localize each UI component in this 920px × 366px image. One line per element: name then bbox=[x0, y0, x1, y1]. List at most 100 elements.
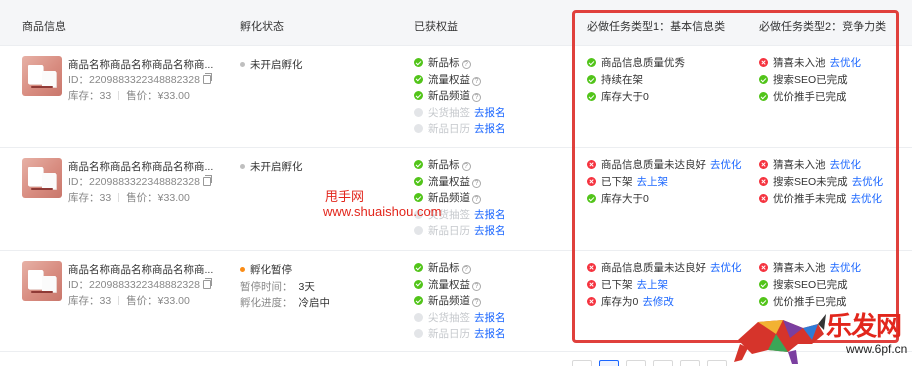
check-circle-icon bbox=[414, 58, 423, 67]
status-dot-icon bbox=[240, 62, 245, 67]
benefit-label: 新品频道 bbox=[428, 295, 470, 307]
benefit-signup-link[interactable]: 去报名 bbox=[474, 107, 506, 119]
benefit-item: 新品日历 去报名 bbox=[414, 224, 506, 238]
product-price: 售价：¥33.00 bbox=[126, 90, 190, 102]
page-button[interactable] bbox=[680, 360, 700, 366]
help-icon[interactable]: ? bbox=[472, 298, 481, 307]
col-task2-header: 必做任务类型2：竞争力类 bbox=[759, 21, 887, 33]
task1-label: 商品信息质量优秀 bbox=[601, 57, 685, 69]
benefit-signup-link[interactable]: 去报名 bbox=[474, 209, 506, 221]
task1-action-link[interactable]: 去上架 bbox=[637, 176, 669, 188]
status-dot-icon bbox=[240, 164, 245, 169]
benefit-item: 新品日历 去报名 bbox=[414, 327, 506, 341]
page-button[interactable] bbox=[599, 360, 619, 366]
benefit-item: 尖货抽签 去报名 bbox=[414, 311, 506, 325]
benefit-item: 流量权益? bbox=[414, 175, 481, 189]
error-circle-icon bbox=[587, 263, 596, 272]
task2-action-link[interactable]: 去优化 bbox=[830, 159, 862, 171]
task2-action-link[interactable]: 去优化 bbox=[830, 262, 862, 274]
benefit-label: 流量权益 bbox=[428, 175, 470, 188]
task2-action-link[interactable]: 去优化 bbox=[851, 193, 883, 205]
product-thumbnail[interactable] bbox=[22, 158, 62, 198]
check-circle-icon bbox=[587, 92, 596, 101]
task1-action-link[interactable]: 去修改 bbox=[642, 296, 674, 308]
table-header: 商品信息 孵化状态 已获权益 必做任务类型1：基本信息类 必做任务类型2：竞争力… bbox=[0, 0, 912, 46]
error-circle-icon bbox=[759, 160, 768, 169]
check-circle-icon bbox=[414, 91, 423, 100]
page-button[interactable] bbox=[626, 360, 646, 366]
task2-label: 优价推手已完成 bbox=[773, 91, 847, 103]
product-price: 售价：¥33.00 bbox=[126, 192, 190, 204]
error-circle-icon bbox=[759, 177, 768, 186]
help-icon[interactable]: ? bbox=[472, 195, 481, 204]
incubation-progress-label: 孵化进度： bbox=[240, 297, 293, 309]
product-name[interactable]: 商品名称商品名称商品名称商... bbox=[68, 57, 213, 72]
benefit-label: 新品频道 bbox=[428, 192, 470, 204]
task1-item: 持续在架 bbox=[587, 73, 643, 87]
benefit-label: 尖货抽签 bbox=[428, 311, 470, 324]
task2-label: 搜索SEO未完成 bbox=[773, 176, 848, 188]
benefit-item: 新品频道? bbox=[414, 191, 481, 205]
table-row: 商品名称商品名称商品名称商... ID：2209883322348882328 库存… bbox=[0, 46, 912, 148]
task1-label: 已下架 bbox=[601, 279, 633, 291]
col-benefits-header: 已获权益 bbox=[414, 21, 458, 33]
error-circle-icon bbox=[587, 160, 596, 169]
incubation-status: 未开启孵化 bbox=[240, 57, 303, 72]
task1-item: 库存大于0 bbox=[587, 90, 649, 104]
page-button[interactable] bbox=[653, 360, 673, 366]
benefit-signup-link[interactable]: 去报名 bbox=[474, 123, 506, 135]
product-stock-price: 库存：33 售价：¥33.00 bbox=[68, 293, 190, 308]
help-icon[interactable]: ? bbox=[461, 265, 471, 274]
task1-item: 已下架 去上架 bbox=[587, 175, 668, 189]
task2-action-link[interactable]: 去优化 bbox=[852, 176, 884, 188]
col-status-header: 孵化状态 bbox=[240, 21, 284, 33]
check-circle-icon bbox=[587, 194, 596, 203]
task1-label: 商品信息质量未达良好 bbox=[601, 262, 706, 274]
page-next-button[interactable] bbox=[707, 360, 727, 366]
benefit-item: 新品频道? bbox=[414, 294, 481, 308]
help-icon[interactable]: ? bbox=[472, 76, 481, 86]
task1-action-link[interactable]: 去优化 bbox=[710, 262, 742, 274]
check-circle-icon bbox=[414, 160, 423, 169]
benefit-signup-link[interactable]: 去报名 bbox=[474, 225, 506, 237]
check-circle-icon bbox=[587, 75, 596, 84]
product-id-text: ID：2209883322348882328 bbox=[68, 279, 200, 291]
product-thumbnail[interactable] bbox=[22, 261, 62, 301]
product-name[interactable]: 商品名称商品名称商品名称商... bbox=[68, 159, 213, 174]
benefit-item: 流量权益? bbox=[414, 73, 481, 87]
copy-icon[interactable] bbox=[202, 278, 212, 289]
product-id: ID：2209883322348882328 bbox=[68, 72, 212, 87]
product-id-text: ID：2209883322348882328 bbox=[68, 176, 200, 188]
help-icon[interactable]: ? bbox=[461, 162, 471, 171]
product-stock: 库存：33 bbox=[68, 192, 112, 204]
help-icon[interactable]: ? bbox=[472, 93, 481, 102]
task1-label: 已下架 bbox=[601, 176, 633, 188]
error-circle-icon bbox=[587, 177, 596, 186]
check-circle-icon bbox=[414, 263, 423, 272]
task1-action-link[interactable]: 去上架 bbox=[637, 279, 669, 291]
copy-icon[interactable] bbox=[202, 73, 212, 84]
product-thumbnail[interactable] bbox=[22, 56, 62, 96]
help-icon[interactable]: ? bbox=[472, 281, 481, 291]
product-id: ID：2209883322348882328 bbox=[68, 277, 212, 292]
check-circle-icon bbox=[414, 74, 423, 84]
benefit-label: 新品标 bbox=[428, 159, 460, 171]
product-stripe-shape bbox=[31, 291, 53, 293]
benefit-label: 流量权益 bbox=[428, 73, 470, 86]
benefit-signup-link[interactable]: 去报名 bbox=[474, 312, 506, 324]
task1-label: 库存大于0 bbox=[601, 91, 649, 103]
incubation-status-label: 孵化暂停 bbox=[250, 264, 292, 276]
copy-icon[interactable] bbox=[202, 175, 212, 186]
benefit-signup-link[interactable]: 去报名 bbox=[474, 328, 506, 340]
task1-item: 库存为0 去修改 bbox=[587, 295, 674, 309]
task2-label: 猜喜未入池 bbox=[773, 57, 826, 69]
help-icon[interactable]: ? bbox=[461, 60, 471, 69]
task1-action-link[interactable]: 去优化 bbox=[710, 159, 742, 171]
page-prev-button[interactable] bbox=[572, 360, 592, 366]
task2-label: 搜索SEO已完成 bbox=[773, 279, 848, 291]
product-box-shape bbox=[28, 167, 43, 186]
task2-action-link[interactable]: 去优化 bbox=[830, 57, 862, 69]
product-name[interactable]: 商品名称商品名称商品名称商... bbox=[68, 262, 213, 277]
task2-item: 猜喜未入池 去优化 bbox=[759, 158, 861, 172]
help-icon[interactable]: ? bbox=[472, 178, 481, 188]
